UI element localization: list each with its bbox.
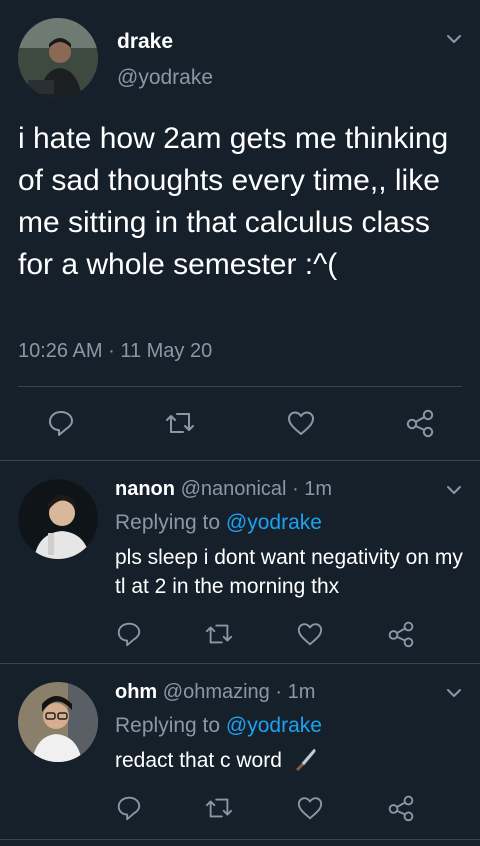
replying-to-link[interactable]: @yodrake [226, 511, 322, 534]
like-icon[interactable] [286, 408, 316, 438]
meta-separator: · [275, 681, 283, 703]
replying-to-link[interactable]: @yodrake [226, 714, 322, 737]
avatar[interactable] [18, 479, 98, 559]
tweet-text: i hate how 2am gets me thinking of sad t… [18, 122, 449, 281]
retweet-icon[interactable] [203, 794, 235, 822]
like-icon[interactable] [296, 620, 324, 648]
author-handle[interactable]: @yodrake [117, 66, 213, 90]
tweet-time: 10:26 AM [18, 340, 103, 362]
author-handle[interactable]: @nanonical [181, 478, 287, 500]
chevron-down-icon[interactable] [443, 682, 465, 704]
knife-icon [295, 748, 316, 771]
reply-text-content: redact that c word [115, 749, 282, 772]
reply-icon[interactable] [115, 794, 143, 822]
reply-age: 1m [304, 478, 333, 500]
reply-action-bar [0, 618, 480, 652]
reply-icon[interactable] [115, 620, 143, 648]
author-name[interactable]: drake [117, 30, 173, 54]
reply-text: pls sleep i dont want negativity on my t… [115, 546, 463, 598]
main-tweet: drake @yodrake i hate how 2am gets me th… [0, 0, 480, 461]
retweet-icon[interactable] [203, 620, 235, 648]
reply-header: ohm @ohmazing · 1m [115, 678, 315, 706]
author-name[interactable]: ohm [115, 681, 157, 703]
replying-label: Replying to [115, 714, 221, 737]
reply-header: nanon @nanonical · 1m [115, 475, 332, 503]
meta-separator: · [108, 340, 115, 362]
replying-to: Replying to @yodrake [115, 712, 322, 740]
avatar[interactable] [18, 682, 98, 762]
tweet-timestamp[interactable]: 10:26 AM · 11 May 20 [18, 340, 212, 363]
author-name[interactable]: nanon [115, 478, 175, 500]
meta-separator: · [292, 478, 299, 500]
replying-to: Replying to @yodrake [115, 509, 322, 537]
share-icon[interactable] [386, 794, 416, 822]
author-handle[interactable]: @ohmazing [163, 681, 270, 703]
divider [18, 386, 462, 387]
tweet-date: 11 May 20 [120, 340, 213, 362]
avatar[interactable] [18, 18, 98, 98]
share-icon[interactable] [404, 408, 436, 438]
reply-text: redact that c word [115, 746, 465, 775]
reply-age: 1m [287, 681, 316, 703]
reply-action-bar [0, 792, 480, 826]
chevron-down-icon[interactable] [443, 28, 465, 50]
retweet-icon[interactable] [163, 408, 197, 438]
chevron-down-icon[interactable] [443, 479, 465, 501]
replying-label: Replying to [115, 511, 221, 534]
like-icon[interactable] [296, 794, 324, 822]
reply-icon[interactable] [46, 408, 76, 438]
share-icon[interactable] [386, 620, 416, 648]
